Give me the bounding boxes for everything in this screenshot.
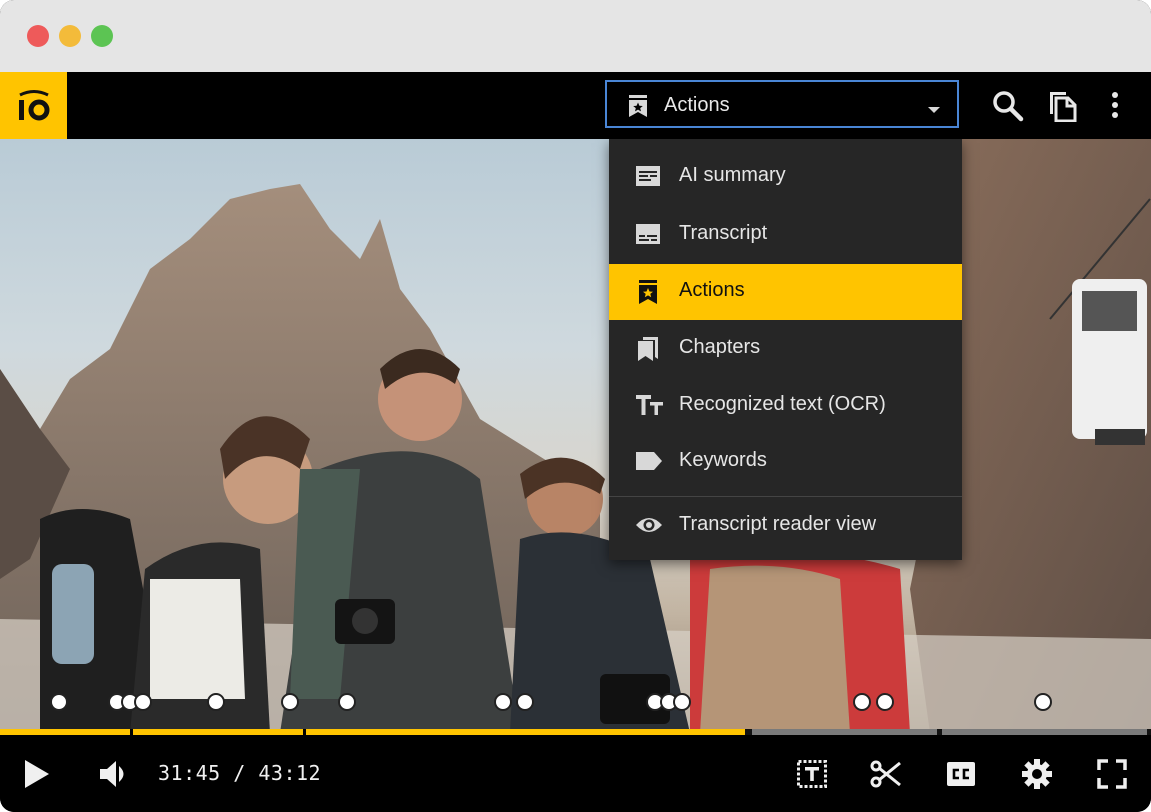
brand-logo[interactable] xyxy=(0,72,67,139)
bookmark-star-icon xyxy=(627,94,649,123)
menu-item-keywords[interactable]: Keywords xyxy=(609,434,962,490)
action-marker[interactable] xyxy=(338,693,356,711)
action-marker[interactable] xyxy=(281,693,299,711)
eye-icon xyxy=(635,513,663,542)
action-marker[interactable] xyxy=(50,693,68,711)
action-marker[interactable] xyxy=(853,693,871,711)
chapters-icon xyxy=(635,336,661,367)
menu-item-label: Recognized text (OCR) xyxy=(679,393,886,415)
more-vertical-icon xyxy=(1112,92,1118,118)
window-minimize-button[interactable] xyxy=(59,25,81,47)
time-separator: / xyxy=(233,761,246,785)
action-markers xyxy=(0,693,1151,719)
clip-button[interactable] xyxy=(870,759,902,794)
menu-item-transcript[interactable]: Transcript xyxy=(609,207,962,263)
window-maximize-button[interactable] xyxy=(91,25,113,47)
menu-item-transcript-reader[interactable]: Transcript reader view xyxy=(609,498,962,554)
action-marker[interactable] xyxy=(673,693,691,711)
current-time: 31:45 xyxy=(158,761,221,785)
menu-item-label: Actions xyxy=(679,279,745,301)
settings-button[interactable] xyxy=(1021,758,1053,795)
player-header: Actions xyxy=(0,72,1151,139)
volume-button[interactable] xyxy=(98,758,132,795)
text-track-icon xyxy=(797,760,827,788)
player-controls: 31:45 / 43:12 xyxy=(0,735,1151,812)
fullscreen-button[interactable] xyxy=(1097,759,1127,794)
play-icon xyxy=(25,760,49,788)
action-marker[interactable] xyxy=(1034,693,1052,711)
action-marker[interactable] xyxy=(516,693,534,711)
text-size-icon xyxy=(635,393,665,422)
menu-item-label: Transcript xyxy=(679,222,768,244)
menu-item-ocr[interactable]: Recognized text (OCR) xyxy=(609,378,962,434)
view-select-value: Actions xyxy=(664,94,730,116)
search-button[interactable] xyxy=(990,88,1024,122)
captions-button[interactable] xyxy=(946,760,976,793)
window-close-button[interactable] xyxy=(27,25,49,47)
volume-icon xyxy=(100,761,124,787)
brand-logo-icon xyxy=(19,90,50,121)
time-display: 31:45 / 43:12 xyxy=(158,761,321,785)
video-frame[interactable] xyxy=(0,139,1151,733)
play-button[interactable] xyxy=(22,758,52,795)
menu-item-label: Keywords xyxy=(679,449,767,471)
menu-item-label: Chapters xyxy=(679,336,761,358)
window-titlebar xyxy=(0,0,1151,72)
action-marker[interactable] xyxy=(494,693,512,711)
text-track-button[interactable] xyxy=(797,760,827,793)
more-options-button[interactable] xyxy=(1098,88,1132,122)
search-icon xyxy=(993,91,1024,122)
menu-item-label: Transcript reader view xyxy=(679,513,877,535)
menu-item-ai-summary[interactable]: AI summary xyxy=(609,149,962,205)
chevron-down-icon xyxy=(927,101,941,119)
duration: 43:12 xyxy=(258,761,322,785)
bookmark-star-icon xyxy=(635,279,661,310)
action-marker[interactable] xyxy=(876,693,894,711)
fullscreen-icon xyxy=(1097,759,1127,789)
copy-icon xyxy=(1050,92,1077,122)
view-menu: AI summary Transcript Actions Chapters R… xyxy=(609,139,962,560)
summary-icon xyxy=(635,164,661,193)
app-window: Actions AI summary Transcript Actions Ch… xyxy=(0,0,1151,812)
menu-divider xyxy=(609,496,962,497)
action-marker[interactable] xyxy=(134,693,152,711)
transcript-icon xyxy=(635,222,661,251)
video-scene xyxy=(0,139,1151,733)
gear-icon xyxy=(1022,759,1052,789)
label-icon xyxy=(635,449,663,478)
view-select[interactable]: Actions xyxy=(605,80,959,128)
closed-captions-icon xyxy=(947,762,975,786)
menu-item-actions[interactable]: Actions xyxy=(609,264,962,320)
copy-button[interactable] xyxy=(1046,88,1080,122)
menu-item-chapters[interactable]: Chapters xyxy=(609,321,962,377)
menu-item-label: AI summary xyxy=(679,164,786,186)
action-marker[interactable] xyxy=(207,693,225,711)
scissors-icon xyxy=(870,760,901,788)
